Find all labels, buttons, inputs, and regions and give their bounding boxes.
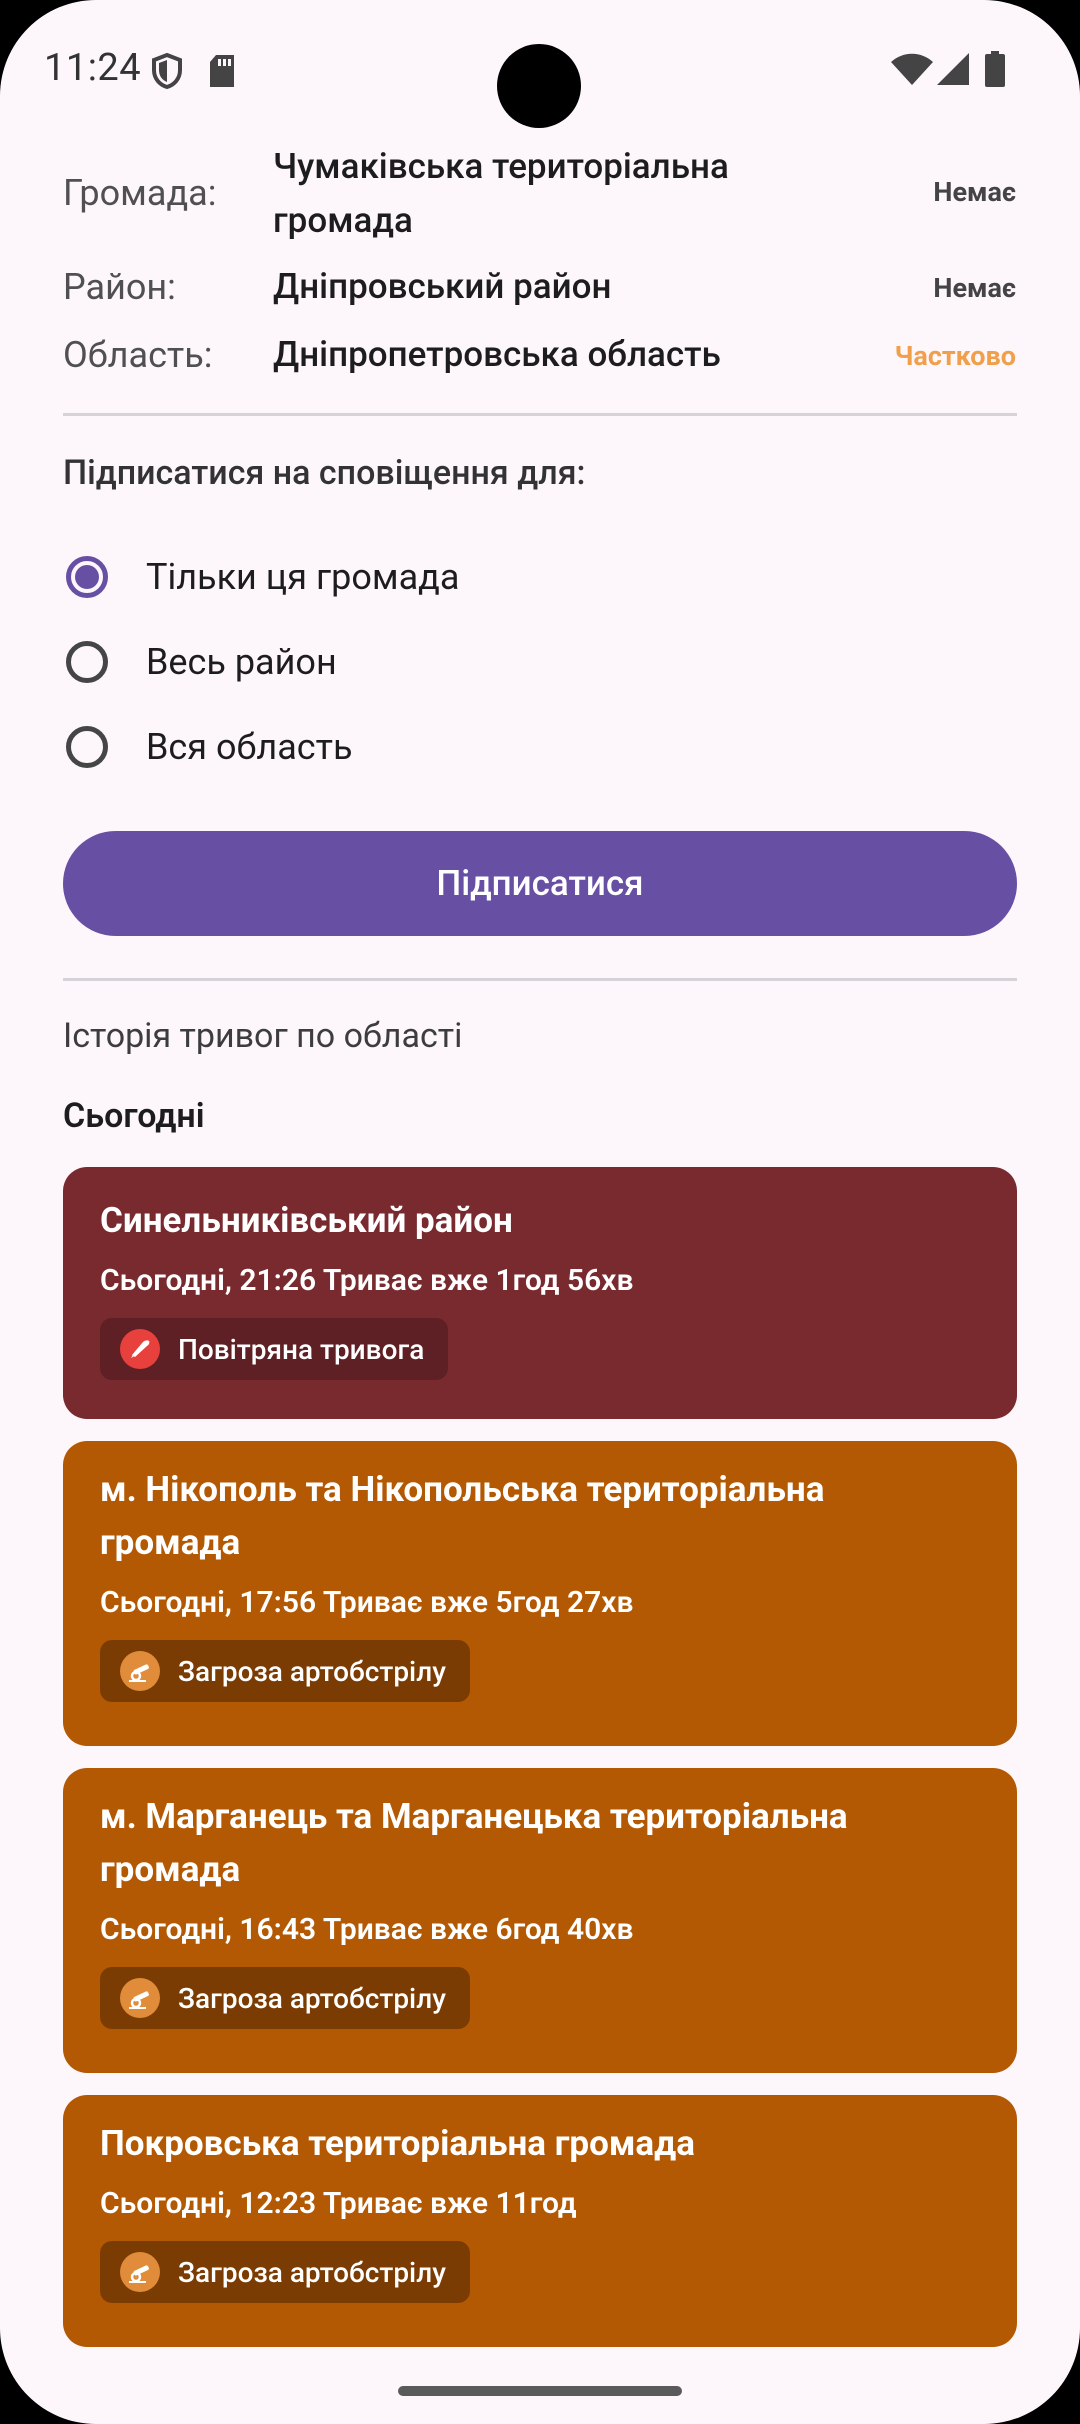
alert-title: Синельниківський район <box>100 1200 513 1241</box>
region-value: Дніпропетровська область <box>273 334 721 375</box>
district-status: Немає <box>933 272 1016 304</box>
subscribe-title: Підписатися на сповіщення для: <box>63 453 586 493</box>
district-label: Район: <box>63 266 176 308</box>
artillery-icon <box>120 1651 160 1691</box>
district-value: Дніпровський район <box>273 266 612 307</box>
rocket-icon <box>120 1329 160 1369</box>
sd-card-icon <box>210 55 234 87</box>
alert-title-line2: громада <box>100 1522 241 1563</box>
community-label: Громада: <box>63 172 217 214</box>
radio-label[interactable]: Весь район <box>146 641 337 683</box>
radio-option-region[interactable]: Вся область <box>66 717 353 777</box>
alert-type-badge: Загроза артобстрілу <box>100 2241 470 2303</box>
alert-type-badge: Загроза артобстрілу <box>100 1640 470 1702</box>
subscribe-button[interactable]: Підписатися <box>63 831 1017 936</box>
shield-icon <box>152 52 182 90</box>
artillery-icon <box>120 1978 160 2018</box>
alert-type-label: Повітряна тривога <box>178 1332 425 1366</box>
alert-time: Сьогодні, 17:56 Триває вже 5год 27хв <box>100 1585 634 1620</box>
alert-time: Сьогодні, 12:23 Триває вже 11год <box>100 2186 577 2221</box>
signal-icon <box>937 53 969 85</box>
home-indicator[interactable] <box>398 2386 682 2396</box>
alert-title: м. Нікополь та Нікопольська територіальн… <box>100 1463 980 1569</box>
history-title: Історія тривог по області <box>63 1016 463 1056</box>
divider <box>63 978 1017 981</box>
radio-button[interactable] <box>66 726 108 768</box>
alert-type-label: Загроза артобстрілу <box>178 1654 446 1688</box>
radio-label[interactable]: Тільки ця громада <box>146 556 459 598</box>
alert-card[interactable]: м. Нікополь та Нікопольська територіальн… <box>63 1441 1017 1746</box>
community-value: Чумаківська територіальна громада <box>273 140 729 248</box>
day-header: Сьогодні <box>63 1096 205 1136</box>
front-camera <box>497 44 581 128</box>
status-time: 11:24 <box>44 46 142 90</box>
alert-time: Сьогодні, 16:43 Триває вже 6год 40хв <box>100 1912 634 1947</box>
app-screen: 11:24 Громада: Чумаківська територіальна… <box>0 0 1080 2424</box>
region-label: Область: <box>63 334 213 376</box>
artillery-icon <box>120 2252 160 2292</box>
alert-time: Сьогодні, 21:26 Триває вже 1год 56хв <box>100 1263 634 1298</box>
radio-dot <box>75 565 99 589</box>
alert-type-badge: Повітряна тривога <box>100 1318 449 1380</box>
alert-title-line1: м. Марганець та Марганецька територіальн… <box>100 1796 848 1837</box>
alert-type-label: Загроза артобстрілу <box>178 2255 446 2289</box>
alert-title-line1: м. Нікополь та Нікопольська територіальн… <box>100 1469 825 1510</box>
radio-button-selected[interactable] <box>66 556 108 598</box>
region-status: Частково <box>894 340 1016 372</box>
alert-card[interactable]: Покровська територіальна громада Сьогодн… <box>63 2095 1017 2347</box>
alert-type-label: Загроза артобстрілу <box>178 1981 446 2015</box>
alert-card[interactable]: м. Марганець та Марганецька територіальн… <box>63 1768 1017 2073</box>
radio-option-community[interactable]: Тільки ця громада <box>66 547 459 607</box>
radio-label[interactable]: Вся область <box>146 726 353 768</box>
battery-icon <box>985 51 1005 87</box>
community-value-line1: Чумаківська територіальна <box>273 146 729 187</box>
status-bar: 11:24 <box>0 0 1080 140</box>
alert-title: Покровська територіальна громада <box>100 2123 695 2164</box>
radio-option-district[interactable]: Весь район <box>66 632 337 692</box>
alert-title: м. Марганець та Марганецька територіальн… <box>100 1790 980 1896</box>
divider <box>63 413 1017 416</box>
alert-type-badge: Загроза артобстрілу <box>100 1967 470 2029</box>
alert-card[interactable]: Синельниківський район Сьогодні, 21:26 Т… <box>63 1167 1017 1419</box>
community-value-line2: громада <box>273 200 413 241</box>
radio-button[interactable] <box>66 641 108 683</box>
alert-title-line2: громада <box>100 1849 241 1890</box>
wifi-icon <box>891 53 933 85</box>
community-status: Немає <box>933 176 1016 208</box>
